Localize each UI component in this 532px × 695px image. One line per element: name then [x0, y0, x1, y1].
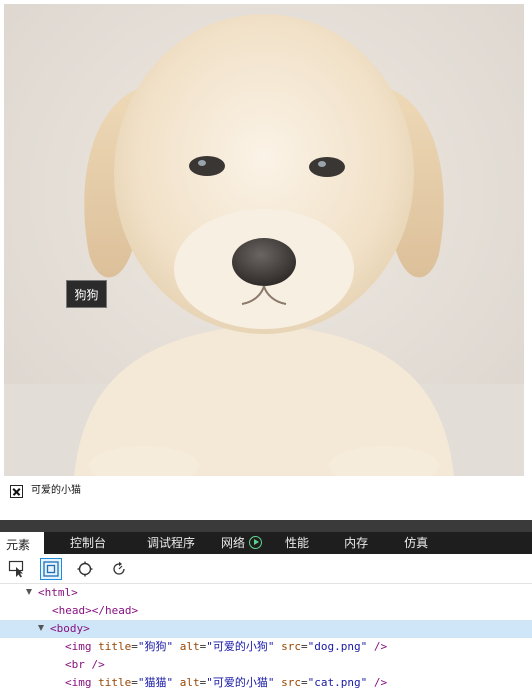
dom-attr-value: "可爱的小猫" — [206, 676, 275, 689]
devtools-title-bar — [0, 520, 532, 532]
dom-node-html[interactable]: <html> — [0, 584, 532, 602]
dom-attr-value: "cat.png" — [307, 676, 368, 689]
tab-network-label: 网络 — [221, 536, 246, 550]
dom-attr-name: src — [281, 676, 301, 689]
devtools-toolbar — [0, 554, 532, 584]
dom-tag: /> — [367, 676, 388, 689]
dom-tag: <br /> — [65, 658, 105, 671]
broken-image[interactable]: 可爱的小猫 — [10, 483, 81, 499]
dom-attr-value: "狗狗" — [137, 640, 174, 653]
select-element-icon — [8, 560, 24, 577]
expand-caret-icon[interactable] — [38, 625, 44, 631]
color-picker-button[interactable] — [74, 558, 96, 580]
dom-tag: /> — [367, 640, 388, 653]
color-picker-icon — [77, 561, 93, 576]
expand-caret-icon[interactable] — [26, 589, 32, 595]
dom-node-br[interactable]: <br /> — [0, 656, 532, 674]
tab-memory[interactable]: 内存 — [344, 532, 368, 554]
dom-attr-value: "可爱的小狗" — [206, 640, 275, 653]
dom-tree: <html> <head></head> <body> <img title="… — [0, 584, 532, 692]
tab-performance[interactable]: 性能 — [285, 532, 309, 554]
tab-elements[interactable]: 元素 — [0, 532, 44, 554]
dom-attr-value: "猫猫" — [137, 676, 174, 689]
dom-attr-value: "dog.png" — [307, 640, 368, 653]
dom-node-head[interactable]: <head></head> — [0, 602, 532, 620]
tab-console[interactable]: 控制台 — [70, 532, 106, 554]
dom-attr-name: title — [98, 676, 132, 689]
devtools-panel: 元素 控制台 调试程序 网络 性能 内存 仿真 <html> <head></h… — [0, 520, 532, 695]
dom-node-body[interactable]: <body> — [0, 620, 532, 638]
select-element-button[interactable] — [6, 558, 28, 580]
page-preview: 狗狗 可爱的小猫 — [0, 0, 532, 520]
devtools-tab-bar: 元素 控制台 调试程序 网络 性能 内存 仿真 — [0, 532, 532, 554]
dom-attr-name: alt — [179, 676, 200, 689]
dom-tag: <body> — [50, 622, 90, 635]
refresh-button[interactable] — [108, 558, 130, 580]
refresh-icon — [113, 561, 125, 575]
play-icon[interactable] — [249, 536, 263, 549]
dom-tag: <html> — [38, 586, 78, 599]
dom-attr-name: title — [98, 640, 132, 653]
tab-network[interactable]: 网络 — [221, 532, 263, 554]
broken-image-icon — [10, 484, 23, 498]
tab-emulation[interactable]: 仿真 — [404, 532, 428, 554]
dom-tag: <img — [65, 676, 92, 689]
dom-attr-name: src — [281, 640, 301, 653]
tab-debugger[interactable]: 调试程序 — [147, 532, 195, 554]
dom-tag: <img — [65, 640, 92, 653]
broken-image-alt-text: 可爱的小猫 — [31, 485, 81, 496]
dom-attr-name: alt — [179, 640, 200, 653]
dom-node-img-cat[interactable]: <img title="猫猫" alt="可爱的小猫" src="cat.png… — [0, 674, 532, 692]
image-title-tooltip: 狗狗 — [66, 280, 107, 308]
dom-node-img-dog[interactable]: <img title="狗狗" alt="可爱的小狗" src="dog.png… — [0, 638, 532, 656]
dom-tag: <head></head> — [52, 604, 139, 617]
box-model-button[interactable] — [40, 557, 62, 580]
box-model-icon — [43, 560, 59, 577]
dog-image[interactable] — [4, 4, 524, 476]
